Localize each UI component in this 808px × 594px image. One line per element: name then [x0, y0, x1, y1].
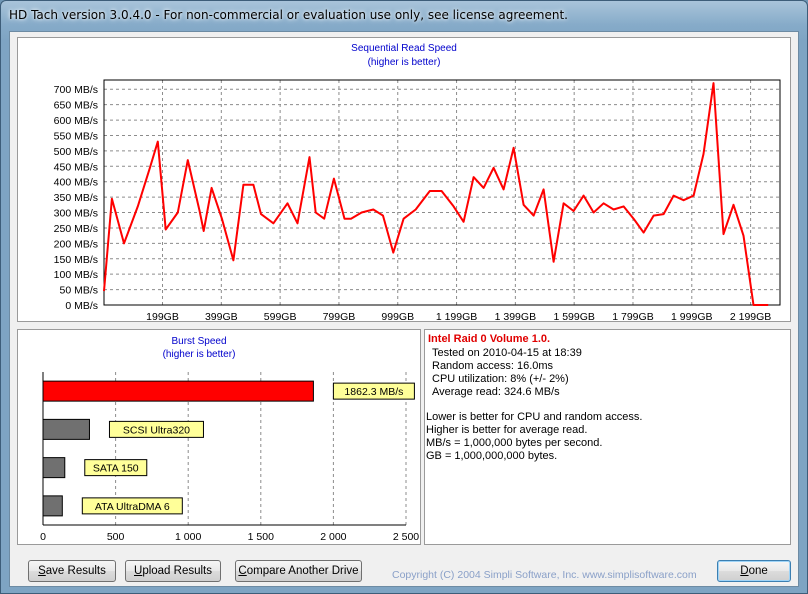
compare-accel-key: C — [238, 565, 247, 577]
burst-speed-chart: 0 500 1 000 1 500 2 000 2 500 1862.3 MB/s SCSI … — [40, 372, 419, 543]
compare-drive-label: ompare Another Drive — [246, 565, 359, 577]
seq-y-tick-label: 600 MB/s — [54, 115, 98, 127]
note-lower-better: Lower is better for CPU and random acces… — [426, 411, 643, 423]
app-window: HD Tach version 3.0.4.0 - For non-commer… — [0, 0, 808, 594]
seq-x-tick-label: 2 199GB — [730, 311, 771, 321]
burst-x-tick-label: 500 — [107, 531, 125, 543]
seq-y-tick-label: 550 MB/s — [54, 130, 98, 142]
average-read-text: Average read: 324.6 MB/s — [432, 386, 560, 398]
done-accel-key: D — [740, 565, 749, 577]
upload-results-button[interactable]: Upload Results — [125, 560, 221, 582]
title-bar[interactable]: HD Tach version 3.0.4.0 - For non-commer… — [1, 1, 807, 31]
seq-y-tick-label: 150 MB/s — [54, 254, 98, 266]
client-area: Sequential Read Speed (higher is better)… — [9, 31, 799, 587]
seq-y-tick-label: 0 MB/s — [65, 300, 98, 312]
note-higher-better: Higher is better for average read. — [426, 424, 588, 436]
save-results-label: ave Results — [45, 565, 106, 577]
burst-value-label: 1862.3 MB/s — [344, 386, 403, 398]
upload-results-label: pload Results — [142, 565, 212, 577]
save-accel-key: S — [38, 565, 46, 577]
seq-y-tick-label: 400 MB/s — [54, 177, 98, 189]
note-mbps-definition: MB/s = 1,000,000 bytes per second. — [426, 437, 603, 449]
sequential-read-chart: 0 MB/s 50 MB/s 100 MB/s 150 MB/s 200 MB/s 250… — [54, 79, 781, 321]
seq-y-tick-label: 450 MB/s — [54, 161, 98, 173]
drive-name: Intel Raid 0 Volume 1.0. — [428, 333, 551, 345]
seq-y-tick-label: 50 MB/s — [59, 285, 98, 297]
seq-x-tick-label: 399GB — [205, 311, 238, 321]
seq-y-tick-label: 650 MB/s — [54, 100, 98, 112]
burst-value-label: ATA UltraDMA 6 — [95, 501, 170, 513]
window-title: HD Tach version 3.0.4.0 - For non-commer… — [9, 8, 568, 22]
save-results-button[interactable]: Save Results — [28, 560, 116, 582]
seq-x-tick-label: 1 999GB — [671, 311, 712, 321]
random-access-text: Random access: 16.0ms — [432, 360, 554, 372]
burst-x-tick-label: 2 000 — [320, 531, 346, 543]
burst-value-label: SATA 150 — [93, 463, 139, 475]
seq-y-tick-label: 500 MB/s — [54, 146, 98, 158]
seq-x-tick-label: 999GB — [381, 311, 414, 321]
burst-value-label: SCSI Ultra320 — [123, 424, 190, 436]
note-gb-definition: GB = 1,000,000,000 bytes. — [426, 450, 558, 462]
copyright-text: Copyright (C) 2004 Simpli Software, Inc.… — [392, 569, 697, 581]
results-info-panel: Intel Raid 0 Volume 1.0. Tested on 2010-… — [424, 329, 791, 545]
seq-x-tick-label: 1 599GB — [553, 311, 594, 321]
seq-y-tick-label: 300 MB/s — [54, 208, 98, 220]
cpu-utilization-text: CPU utilization: 8% (+/- 2%) — [432, 373, 569, 385]
done-button[interactable]: Done — [717, 560, 791, 582]
tested-on-text: Tested on 2010-04-15 at 18:39 — [432, 347, 582, 359]
sequential-read-panel: Sequential Read Speed (higher is better)… — [17, 37, 791, 322]
burst-speed-panel: Burst Speed (higher is better) 0 500 1 000… — [17, 329, 421, 545]
burst-x-tick-label: 2 500 — [393, 531, 419, 543]
seq-y-tick-label: 250 MB/s — [54, 223, 98, 235]
burst-bar — [42, 418, 90, 440]
seq-x-tick-label: 199GB — [146, 311, 179, 321]
seq-y-tick-label: 100 MB/s — [54, 269, 98, 281]
seq-y-tick-label: 200 MB/s — [54, 238, 98, 250]
seq-x-tick-label: 1 799GB — [612, 311, 653, 321]
burst-bar — [42, 457, 66, 479]
seq-x-tick-label: 1 199GB — [436, 311, 477, 321]
compare-another-drive-button[interactable]: Compare Another Drive — [235, 560, 362, 582]
seq-y-tick-label: 700 MB/s — [54, 84, 98, 96]
seq-x-tick-label: 799GB — [323, 311, 356, 321]
seq-y-tick-label: 350 MB/s — [54, 192, 98, 204]
burst-bar — [42, 495, 63, 517]
burst-x-tick-label: 0 — [40, 531, 46, 543]
seq-x-tick-label: 1 399GB — [495, 311, 536, 321]
done-label: one — [748, 565, 768, 577]
burst-x-tick-label: 1 000 — [175, 531, 201, 543]
burst-bar — [42, 380, 314, 402]
seq-x-tick-label: 599GB — [264, 311, 297, 321]
burst-x-tick-label: 1 500 — [248, 531, 274, 543]
